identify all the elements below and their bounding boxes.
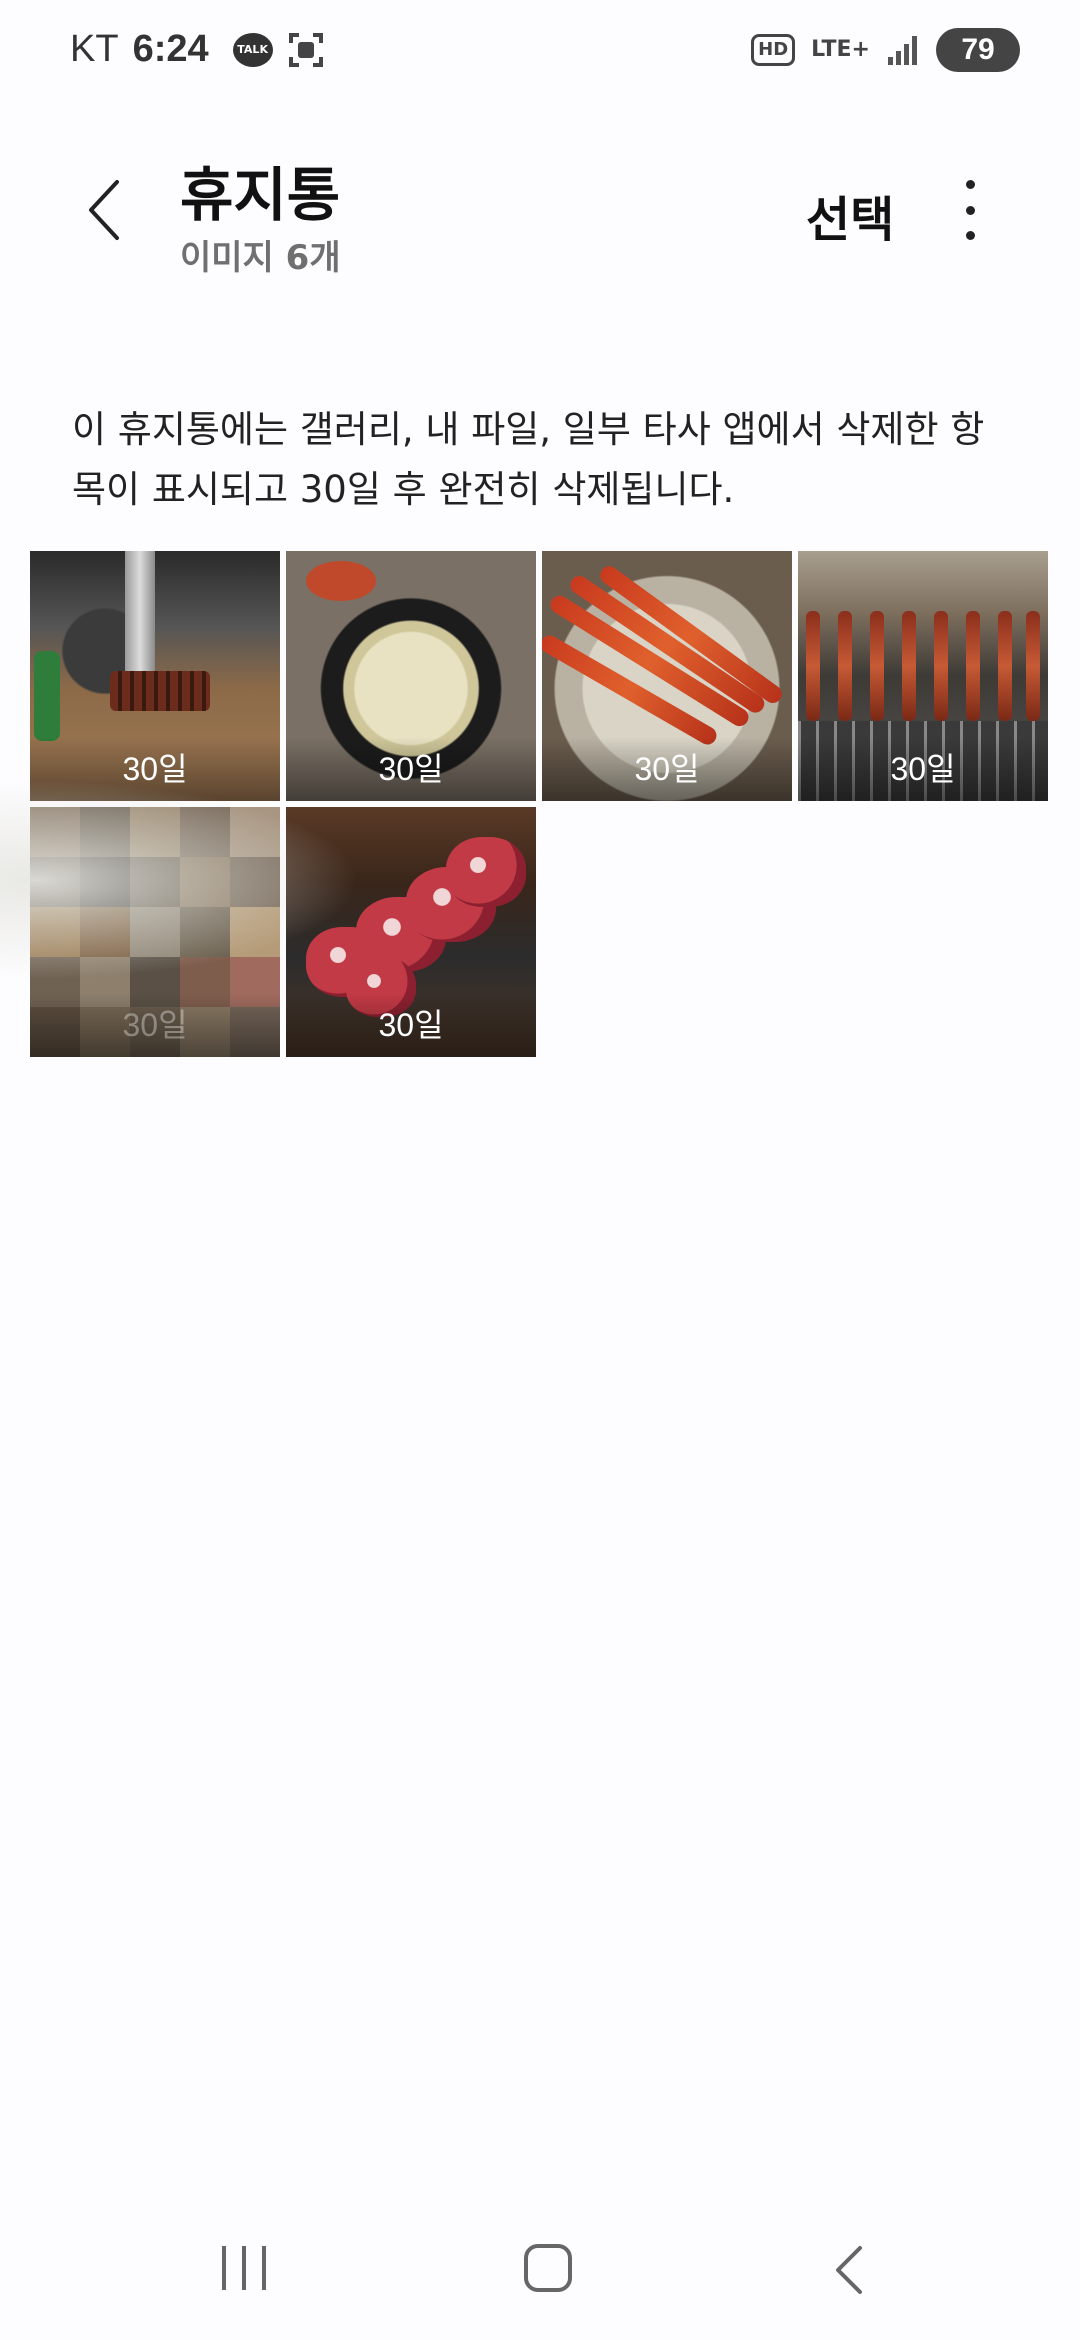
home-button[interactable]: [524, 2244, 572, 2292]
trash-info-text: 이 휴지통에는 갤러리, 내 파일, 일부 타사 앱에서 삭제한 항목이 표시되…: [72, 408, 985, 511]
battery-icon: 79: [936, 28, 1020, 72]
days-left-label: 30일: [30, 737, 280, 801]
photo-detail: [806, 611, 820, 721]
photo-detail: [934, 611, 948, 721]
page-subtitle: 이미지 6개: [180, 238, 341, 278]
back-button[interactable]: [68, 170, 138, 250]
recent-apps-icon-bar: [242, 2246, 246, 2290]
days-left-label: 30일: [286, 737, 536, 801]
status-bar-left: KT 6:24 TALK: [70, 28, 325, 71]
clock: 6:24: [132, 28, 209, 70]
photo-detail: [966, 611, 980, 721]
page-title: 휴지통: [180, 161, 341, 229]
signal-icon: [888, 36, 917, 65]
photo-detail: [566, 572, 768, 717]
days-left-label: 30일: [286, 993, 536, 1057]
trash-grid: 30일 30일 30일 30일 30일 30일: [30, 551, 1050, 1057]
carrier-label: KT: [70, 28, 119, 70]
trash-thumbnail[interactable]: 30일: [286, 551, 536, 801]
photo-detail: [838, 611, 852, 721]
photo-detail: [446, 837, 526, 907]
more-dot: [965, 231, 975, 240]
lte-icon: LTE+: [811, 37, 870, 62]
navigation-bar: [0, 2200, 1080, 2340]
status-bar: KT 6:24 TALK HD LTE+ 79: [0, 0, 1080, 110]
more-options-button[interactable]: [950, 180, 990, 240]
photo-detail: [306, 561, 376, 601]
photo-detail: [902, 611, 916, 721]
photo-detail: [34, 651, 60, 741]
days-left-label: 30일: [798, 737, 1048, 801]
recent-apps-icon-bar: [262, 2246, 266, 2290]
select-button[interactable]: 선택: [806, 180, 894, 250]
days-left-label: 30일: [542, 737, 792, 801]
trash-thumbnail[interactable]: 30일: [542, 551, 792, 801]
trash-thumbnail[interactable]: 30일: [286, 807, 536, 1057]
trash-thumbnail[interactable]: 30일: [30, 551, 280, 801]
photo-detail: [998, 611, 1012, 721]
chevron-left-icon: [89, 180, 119, 240]
nav-back-button[interactable]: [830, 2244, 870, 2296]
more-dot: [965, 205, 975, 215]
photo-detail: [110, 671, 210, 711]
more-dot: [965, 180, 975, 189]
photo-detail: [1026, 611, 1040, 721]
hd-voice-icon: HD: [751, 34, 796, 66]
kakaotalk-icon: TALK: [232, 32, 273, 67]
status-bar-right: HD LTE+ 79: [751, 28, 1020, 72]
photo-detail: [870, 611, 884, 721]
trash-thumbnail[interactable]: 30일: [30, 807, 280, 1057]
recent-apps-button[interactable]: [222, 2246, 266, 2290]
days-left-label: 30일: [30, 993, 280, 1057]
trash-thumbnail[interactable]: 30일: [798, 551, 1048, 801]
screenshot-icon: [288, 32, 323, 67]
recent-apps-icon-bar: [222, 2246, 226, 2290]
photo-detail: [125, 551, 155, 671]
